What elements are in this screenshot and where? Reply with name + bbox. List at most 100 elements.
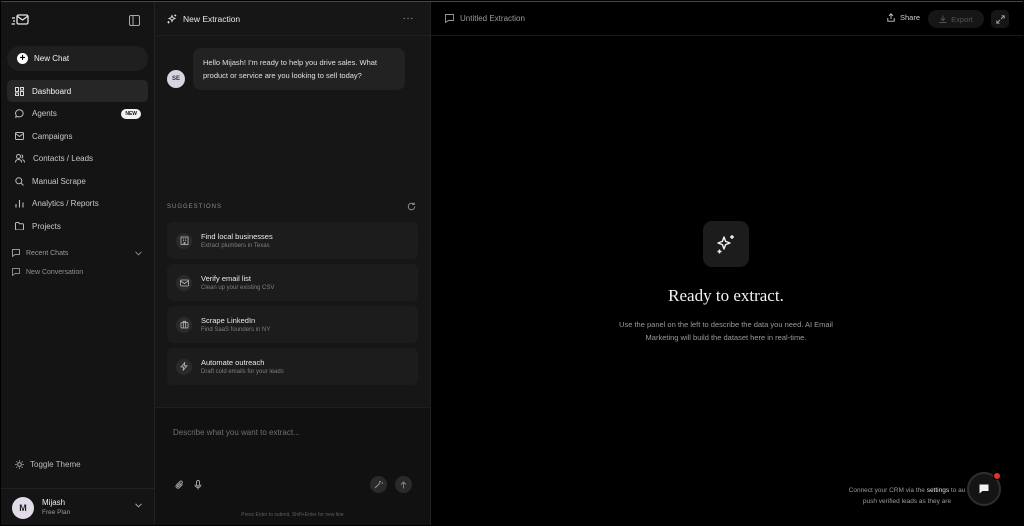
bar-chart-icon [15,199,24,208]
share-button[interactable]: Share [887,13,920,22]
user-profile[interactable]: M Mijash Free Plan [1,488,154,526]
magic-wand-icon [374,480,383,489]
suggestion-subtitle: Find SaaS founders in NY [201,327,271,333]
sidebar-header [1,2,154,38]
suggestion-automate-outreach[interactable]: Automate outreach Draft cold emails for … [167,348,418,385]
settings-link[interactable]: settings [927,487,949,494]
mail-icon [176,274,192,291]
export-label: Export [951,14,973,24]
sidebar-item-label: Manual Scrape [32,176,86,186]
recent-chat-item[interactable]: New Conversation [1,264,154,280]
composer: Press Enter to submit, Shift+Enter for n… [155,407,430,525]
chevron-down-icon [135,250,142,256]
expand-icon [995,14,1005,24]
hero-sparkles-icon [703,221,749,267]
chat-square-icon [12,249,20,257]
crm-notice-line2: push verified leads as they are [862,498,952,505]
recent-chat-label: New Conversation [26,268,84,276]
crm-notice-suffix: to au [949,487,966,494]
sidebar-item-label: Analytics / Reports [32,199,99,208]
export-button[interactable]: Export [928,10,984,28]
support-chat-button[interactable] [967,472,1001,506]
dashboard-icon [15,86,24,96]
plus-icon: + [17,53,28,64]
prompt-input[interactable] [173,428,413,437]
new-badge: NEW [121,108,141,119]
more-options-icon[interactable]: ··· [403,13,415,24]
user-info: Mijash Free Plan [42,498,70,518]
sidebar-item-label: Agents [32,109,57,118]
assistant-avatar: SE [167,70,185,88]
paperclip-icon[interactable] [175,480,184,490]
avatar: M [12,496,34,519]
message-bubble: Hello Mijash! I'm ready to help you driv… [193,48,405,90]
hero-title: Ready to extract. [668,286,784,305]
recent-chats-label: Recent Chats [26,249,69,257]
arrow-up-icon [400,480,407,489]
sparkles-icon [167,13,177,24]
toggle-theme-label: Toggle Theme [30,460,81,469]
chat-panel: New Extraction ··· SE Hello Mijash! I'm … [155,2,431,525]
results-title: Untitled Extraction [460,14,525,23]
suggestions-header: SUGGESTIONS [167,202,416,211]
suggestion-title: Verify email list [201,274,252,283]
suggestion-scrape-linkedin[interactable]: Scrape LinkedIn Find SaaS founders in NY [167,306,418,343]
sidebar-item-label: Campaigns [32,131,73,141]
sidebar-item-dashboard[interactable]: Dashboard [7,80,148,102]
users-icon [15,154,25,163]
send-button[interactable] [395,476,412,493]
expand-button[interactable] [991,10,1009,28]
assistant-message: SE Hello Mijash! I'm ready to help you d… [167,48,405,90]
briefcase-icon [176,316,192,333]
composer-actions [370,476,412,493]
sidebar-item-manual-scrape[interactable]: Manual Scrape [7,170,148,192]
chat-panel-header: New Extraction ··· [155,2,430,36]
logo-mail-icon[interactable] [11,13,29,27]
suggestion-title: Automate outreach [201,358,265,367]
document-icon [445,14,454,23]
composer-tools [175,480,202,490]
share-icon [887,13,895,22]
sidebar-item-label: Contacts / Leads [33,154,94,163]
suggestions-label: SUGGESTIONS [167,203,223,210]
sidebar-item-label: Dashboard [32,86,72,96]
sidebar-item-agents[interactable]: Agents NEW [7,103,148,125]
hero-description: Use the panel on the left to describe th… [619,320,833,342]
sun-icon [15,460,24,469]
suggestion-subtitle: Draft cold emails for your leads [201,369,284,375]
search-icon [15,176,24,186]
building-icon [176,232,192,249]
results-panel: Untitled Extraction Share Export Ready t… [431,2,1023,525]
crm-notice-prefix: Connect your CRM via the [848,487,927,494]
app-window: + New Chat Dashboard Agents NEW Campaign… [1,1,1023,525]
suggestion-title: Scrape LinkedIn [201,316,256,325]
download-icon [939,15,947,23]
sidebar-item-analytics[interactable]: Analytics / Reports [7,193,148,215]
share-label: Share [900,13,921,22]
folder-icon [15,222,24,230]
user-plan: Free Plan [42,508,71,516]
suggestion-subtitle: Extract plumbers in Texas [201,243,270,249]
sidebar-item-projects[interactable]: Projects [7,215,148,237]
notification-dot [993,472,1001,480]
chevron-down-icon[interactable] [135,503,142,508]
sidebar-item-campaigns[interactable]: Campaigns [7,125,148,147]
suggestion-find-local-businesses[interactable]: Find local businesses Extract plumbers i… [167,222,418,259]
new-chat-button[interactable]: + New Chat [7,46,148,71]
refresh-icon[interactable] [407,202,416,211]
magic-wand-button[interactable] [370,476,387,493]
chat-bubble-icon [15,109,24,118]
sidebar-item-contacts[interactable]: Contacts / Leads [7,148,148,170]
collapse-sidebar-icon[interactable] [129,14,140,26]
lightning-icon [176,358,192,375]
microphone-icon[interactable] [194,480,202,490]
recent-chats-header[interactable]: Recent Chats [1,245,154,261]
user-name: Mijash [42,497,66,507]
chat-bubble-icon [978,483,990,495]
suggestion-verify-email-list[interactable]: Verify email list Clean up your existing… [167,264,418,301]
toggle-theme-button[interactable]: Toggle Theme [15,460,81,469]
suggestion-subtitle: Clean up your existing CSV [201,285,275,291]
sidebar: + New Chat Dashboard Agents NEW Campaign… [1,2,155,525]
chat-panel-title: New Extraction [183,13,241,24]
suggestion-title: Find local businesses [201,232,273,241]
